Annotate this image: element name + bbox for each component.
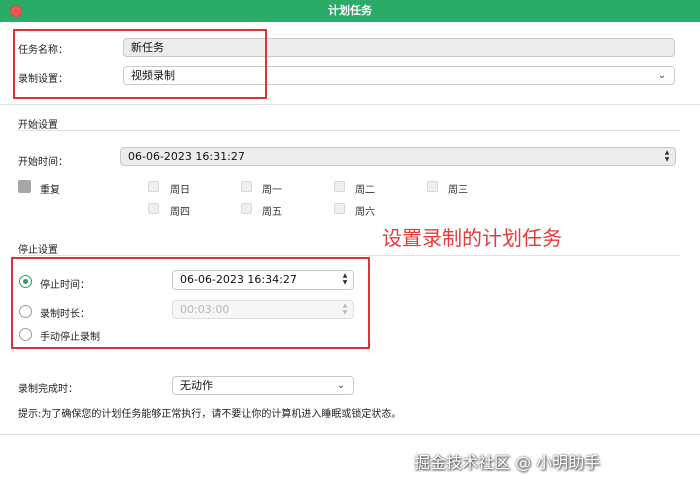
- day-checkbox-thu[interactable]: [148, 203, 159, 214]
- day-label-sat: 周六: [355, 207, 375, 218]
- completion-label: 录制完成时：: [18, 384, 78, 395]
- start-section-title: 开始设置: [18, 120, 58, 131]
- day-label-wed: 周三: [448, 185, 468, 196]
- highlight-box-stop: [11, 257, 370, 349]
- completion-action-select[interactable]: 无动作 ⌄: [172, 376, 354, 395]
- day-label-tue: 周二: [355, 185, 375, 196]
- window-title: 计划任务: [328, 4, 372, 17]
- highlight-box-task: [13, 29, 267, 99]
- annotation-text: 设置录制的计划任务: [382, 226, 562, 250]
- divider: [0, 104, 700, 105]
- divider: [0, 434, 700, 435]
- stepper-icon[interactable]: ▲ ▼: [662, 149, 672, 163]
- day-label-mon: 周一: [262, 185, 282, 196]
- day-checkbox-tue[interactable]: [334, 181, 345, 192]
- watermark-text: 掘金技术社区 @ 小明助手: [414, 453, 601, 472]
- day-checkbox-sun[interactable]: [148, 181, 159, 192]
- tip-text: 提示:为了确保您的计划任务能够正常执行，请不要让你的计算机进入睡眠或锁定状态。: [18, 409, 402, 420]
- day-checkbox-fri[interactable]: [241, 203, 252, 214]
- repeat-label: 重复: [40, 185, 60, 196]
- chevron-down-icon: ⌄: [657, 70, 667, 81]
- start-time-label: 开始时间：: [18, 157, 68, 168]
- start-time-value: 06-06-2023 16:31:27: [128, 150, 245, 163]
- chevron-down-icon: ⌄: [336, 380, 346, 391]
- completion-action-value: 无动作: [180, 379, 213, 392]
- day-label-sun: 周日: [170, 185, 190, 196]
- day-checkbox-sat[interactable]: [334, 203, 345, 214]
- repeat-checkbox[interactable]: [18, 180, 31, 193]
- divider: [18, 130, 680, 131]
- day-checkbox-mon[interactable]: [241, 181, 252, 192]
- day-label-fri: 周五: [262, 207, 282, 218]
- start-time-input[interactable]: 06-06-2023 16:31:27 ▲ ▼: [120, 147, 676, 166]
- day-checkbox-wed[interactable]: [427, 181, 438, 192]
- stop-section-title: 停止设置: [18, 245, 58, 256]
- day-label-thu: 周四: [170, 207, 190, 218]
- divider: [18, 255, 680, 256]
